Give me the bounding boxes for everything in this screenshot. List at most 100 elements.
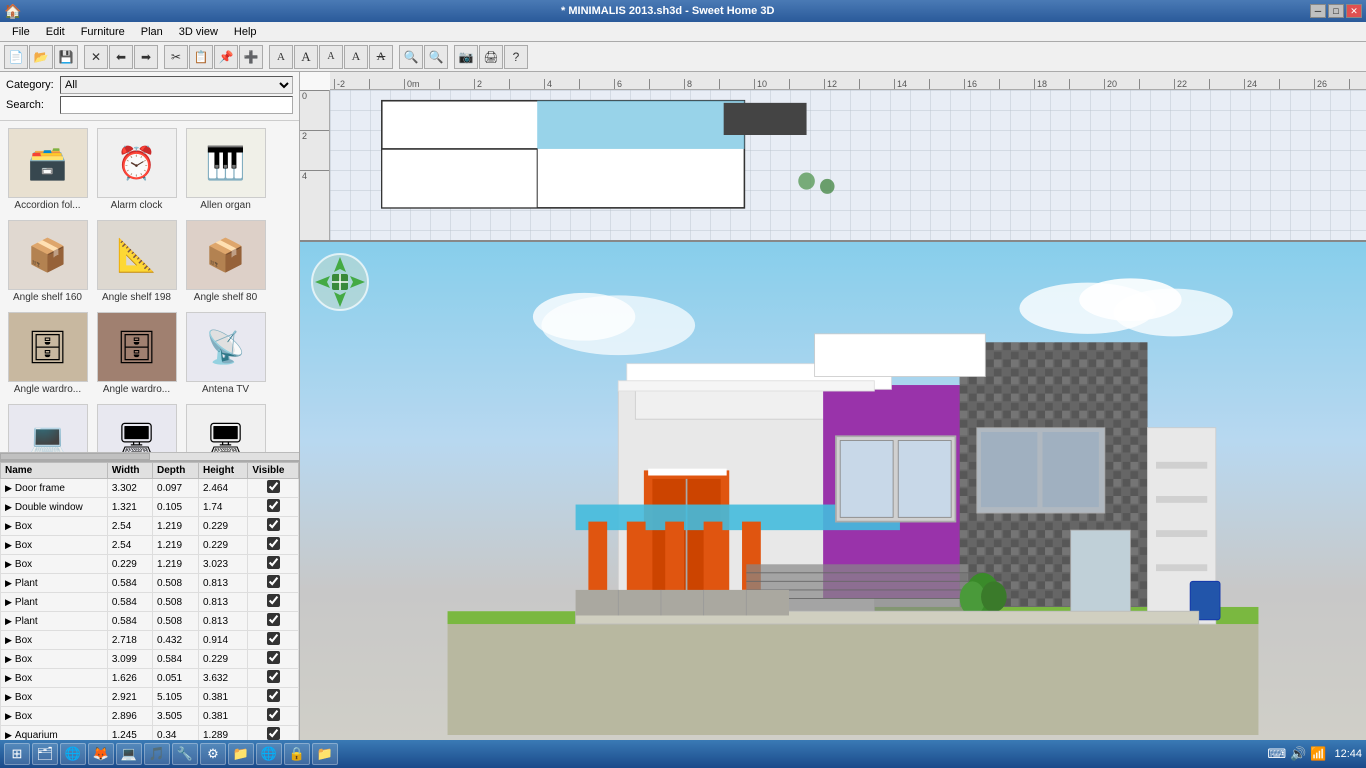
toolbar-btn-18[interactable]: 🖨: [479, 45, 503, 69]
table-row[interactable]: ▶Door frame 3.302 0.097 2.464: [1, 479, 299, 498]
cell-visible-7[interactable]: [248, 612, 299, 631]
table-row[interactable]: ▶Box 2.54 1.219 0.229: [1, 536, 299, 555]
table-row[interactable]: ▶Box 0.229 1.219 3.023: [1, 555, 299, 574]
furniture-item-11[interactable]: 🖥 Apple iMac 20...: [182, 401, 269, 452]
title-bar: 🏠 * MINIMALIS 2013.sh3d - Sweet Home 3D …: [0, 0, 1366, 22]
3d-view[interactable]: [300, 242, 1366, 740]
table-row[interactable]: ▶Plant 0.584 0.508 0.813: [1, 593, 299, 612]
col-width: Width: [107, 463, 152, 479]
taskbar-btn-5[interactable]: 🎵: [144, 743, 170, 765]
furniture-item-7[interactable]: 🗄 Angle wardro...: [93, 309, 180, 399]
ruler-tick: 4: [544, 79, 579, 89]
furniture-item-1[interactable]: ⏰ Alarm clock: [93, 125, 180, 215]
toolbar-btn-12[interactable]: A: [319, 45, 343, 69]
furniture-item-2[interactable]: 🎹 Allen organ: [182, 125, 269, 215]
furniture-item-4[interactable]: 📐 Angle shelf 198: [93, 217, 180, 307]
toolbar-btn-13[interactable]: A: [344, 45, 368, 69]
table-row[interactable]: ▶Box 2.718 0.432 0.914: [1, 631, 299, 650]
table-row[interactable]: ▶Box 3.099 0.584 0.229: [1, 650, 299, 669]
taskbar-btn-6[interactable]: 🔧: [172, 743, 198, 765]
taskbar-btn-0[interactable]: ⊞: [4, 743, 30, 765]
cell-visible-4[interactable]: [248, 555, 299, 574]
minimize-button[interactable]: ─: [1310, 4, 1326, 18]
plan-canvas[interactable]: [330, 90, 1366, 240]
furniture-item-3[interactable]: 📦 Angle shelf 160: [4, 217, 91, 307]
furniture-item-9[interactable]: 💻 Apple iBook: [4, 401, 91, 452]
table-row[interactable]: ▶Double window 1.321 0.105 1.74: [1, 498, 299, 517]
window-title: * MINIMALIS 2013.sh3d - Sweet Home 3D: [25, 5, 1310, 17]
cell-width-13: 1.245: [107, 726, 152, 741]
toolbar-btn-6[interactable]: ✂: [164, 45, 188, 69]
menu-item-furniture[interactable]: Furniture: [73, 24, 133, 40]
toolbar-btn-19[interactable]: ?: [504, 45, 528, 69]
cell-visible-6[interactable]: [248, 593, 299, 612]
taskbar-btn-3[interactable]: 🦊: [88, 743, 114, 765]
table-row[interactable]: ▶Plant 0.584 0.508 0.813: [1, 612, 299, 631]
furniture-item-5[interactable]: 📦 Angle shelf 80: [182, 217, 269, 307]
ruler-horizontal: -20m246810121416182022242628: [330, 72, 1366, 90]
table-row[interactable]: ▶Box 2.921 5.105 0.381: [1, 688, 299, 707]
cell-visible-2[interactable]: [248, 517, 299, 536]
table-row[interactable]: ▶Aquarium 1.245 0.34 1.289: [1, 726, 299, 741]
table-row[interactable]: ▶Box 2.896 3.505 0.381: [1, 707, 299, 726]
toolbar-btn-4[interactable]: ⬅: [109, 45, 133, 69]
menu-item-help[interactable]: Help: [226, 24, 265, 40]
menu-item-edit[interactable]: Edit: [38, 24, 73, 40]
search-input[interactable]: [60, 96, 293, 114]
furniture-item-6[interactable]: 🗄 Angle wardro...: [4, 309, 91, 399]
cell-visible-5[interactable]: [248, 574, 299, 593]
taskbar-btn-9[interactable]: 🌐: [256, 743, 282, 765]
toolbar-btn-2[interactable]: 💾: [54, 45, 78, 69]
furniture-item-10[interactable]: 🖥 Apple iMac 19...: [93, 401, 180, 452]
category-select[interactable]: All: [60, 76, 293, 94]
table-row[interactable]: ▶Box 1.626 0.051 3.632: [1, 669, 299, 688]
toolbar-btn-0[interactable]: 📄: [4, 45, 28, 69]
taskbar-btn-8[interactable]: 📁: [228, 743, 254, 765]
toolbar-btn-9[interactable]: ➕: [239, 45, 263, 69]
cell-visible-8[interactable]: [248, 631, 299, 650]
cell-visible-3[interactable]: [248, 536, 299, 555]
taskbar-right: ⌨ 🔊 📶 12:44: [1267, 746, 1362, 762]
taskbar-btn-4[interactable]: 💻: [116, 743, 142, 765]
ruler-tick: 8: [684, 79, 719, 89]
furniture-label-8: Antena TV: [185, 384, 266, 396]
furniture-item-8[interactable]: 📡 Antena TV: [182, 309, 269, 399]
taskbar-btn-1[interactable]: 🗂: [32, 743, 58, 765]
maximize-button[interactable]: □: [1328, 4, 1344, 18]
toolbar-btn-3[interactable]: ✕: [84, 45, 108, 69]
toolbar-btn-10[interactable]: A: [269, 45, 293, 69]
table-row[interactable]: ▶Plant 0.584 0.508 0.813: [1, 574, 299, 593]
close-button[interactable]: ✕: [1346, 4, 1362, 18]
cell-depth-7: 0.508: [153, 612, 199, 631]
ruler-tick: [369, 79, 404, 89]
table-row[interactable]: ▶Box 2.54 1.219 0.229: [1, 517, 299, 536]
toolbar-btn-8[interactable]: 📌: [214, 45, 238, 69]
toolbar-btn-5[interactable]: ➡: [134, 45, 158, 69]
menu-item-file[interactable]: File: [4, 24, 38, 40]
cell-visible-10[interactable]: [248, 669, 299, 688]
taskbar-btn-11[interactable]: 📁: [312, 743, 338, 765]
toolbar-btn-14[interactable]: A: [369, 45, 393, 69]
furniture-item-0[interactable]: 🗃️ Accordion fol...: [4, 125, 91, 215]
toolbar-btn-7[interactable]: 📋: [189, 45, 213, 69]
toolbar-btn-17[interactable]: 📷: [454, 45, 478, 69]
cell-visible-13[interactable]: [248, 726, 299, 741]
cell-visible-11[interactable]: [248, 688, 299, 707]
taskbar-btn-2[interactable]: 🌐: [60, 743, 86, 765]
taskbar-btn-7[interactable]: ⚙: [200, 743, 226, 765]
cell-depth-1: 0.105: [153, 498, 199, 517]
toolbar-btn-16[interactable]: 🔍: [424, 45, 448, 69]
cell-visible-12[interactable]: [248, 707, 299, 726]
toolbar-btn-15[interactable]: 🔍: [399, 45, 423, 69]
col-name: Name: [1, 463, 108, 479]
plan-view[interactable]: -20m246810121416182022242628 024: [300, 72, 1366, 242]
cell-visible-1[interactable]: [248, 498, 299, 517]
menu-item-plan[interactable]: Plan: [133, 24, 171, 40]
taskbar-btn-10[interactable]: 🔒: [284, 743, 310, 765]
toolbar-btn-1[interactable]: 📂: [29, 45, 53, 69]
cell-visible-9[interactable]: [248, 650, 299, 669]
menu-item-3d view[interactable]: 3D view: [171, 24, 226, 40]
toolbar-btn-11[interactable]: A: [294, 45, 318, 69]
cell-visible-0[interactable]: [248, 479, 299, 498]
table-container[interactable]: Name Width Depth Height Visible ▶Door fr…: [0, 462, 299, 740]
